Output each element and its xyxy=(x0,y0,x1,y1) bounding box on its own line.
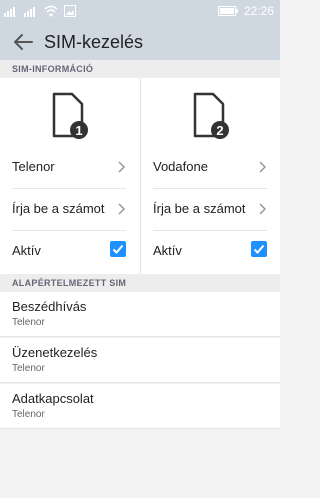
page-title: SIM-kezelés xyxy=(44,32,144,52)
default-sim-header: ALAPÉRTELMEZETT SIM xyxy=(0,274,280,292)
battery-icon xyxy=(217,6,238,16)
signal-icon xyxy=(4,7,15,17)
chevron-right-icon xyxy=(118,203,126,215)
sim-info-header: SIM-INFORMÁCIÓ xyxy=(0,60,280,78)
default-data-title: Adatkapcsolat xyxy=(12,391,94,406)
default-data-item[interactable]: Adatkapcsolat Telenor xyxy=(0,384,280,429)
sim-column-1: 1 Telenor Írja be a számot Aktív xyxy=(0,78,140,274)
status-icons-left xyxy=(4,5,76,17)
active-label-2: Aktív xyxy=(153,243,182,258)
active-checkbox-1[interactable] xyxy=(110,241,126,257)
chevron-right-icon xyxy=(118,161,126,173)
active-row-1: Aktív xyxy=(12,230,126,272)
default-voice-title: Beszédhívás xyxy=(12,299,87,314)
sim-card-1-icon: 1 xyxy=(52,92,88,139)
active-row-2: Aktív xyxy=(153,230,267,272)
sim-info-card: 1 Telenor Írja be a számot Aktív 2 Vodaf… xyxy=(0,78,280,274)
chevron-right-icon xyxy=(259,161,267,173)
default-data-value: Telenor xyxy=(12,409,45,420)
default-messaging-item[interactable]: Üzenetkezelés Telenor xyxy=(0,338,280,383)
operator-row-2[interactable]: Vodafone xyxy=(153,146,267,189)
number-row-1[interactable]: Írja be a számot xyxy=(12,188,126,231)
checkmark-icon xyxy=(253,244,265,254)
number-label-1: Írja be a számot xyxy=(12,201,105,216)
default-voice-value: Telenor xyxy=(12,317,45,328)
number-label-2: Írja be a számot xyxy=(153,201,246,216)
active-label-1: Aktív xyxy=(12,243,41,258)
chevron-right-icon xyxy=(259,203,267,215)
status-icons-right: 22:26 xyxy=(217,4,274,18)
back-arrow-icon[interactable] xyxy=(12,31,34,53)
sim-card-2-icon: 2 xyxy=(193,92,229,139)
default-messaging-value: Telenor xyxy=(12,363,45,374)
operator-row-1[interactable]: Telenor xyxy=(12,146,126,189)
operator-label-2: Vodafone xyxy=(153,159,208,174)
default-messaging-title: Üzenetkezelés xyxy=(12,345,98,360)
wifi-icon xyxy=(44,5,58,17)
status-bar: 22:26 xyxy=(0,0,280,24)
number-row-2[interactable]: Írja be a számot xyxy=(153,188,267,231)
checkmark-icon xyxy=(112,244,124,254)
image-notification-icon xyxy=(64,5,76,17)
sim-slot-number-2: 2 xyxy=(216,123,223,138)
default-voice-item[interactable]: Beszédhívás Telenor xyxy=(0,292,280,337)
operator-label-1: Telenor xyxy=(12,159,55,174)
status-time: 22:26 xyxy=(243,4,274,18)
active-checkbox-2[interactable] xyxy=(251,241,267,257)
signal-icon-2 xyxy=(24,7,35,17)
sim-column-2: 2 Vodafone Írja be a számot Aktív xyxy=(140,78,281,274)
toolbar: SIM-kezelés xyxy=(0,24,280,60)
sim-slot-number-1: 1 xyxy=(75,123,82,138)
